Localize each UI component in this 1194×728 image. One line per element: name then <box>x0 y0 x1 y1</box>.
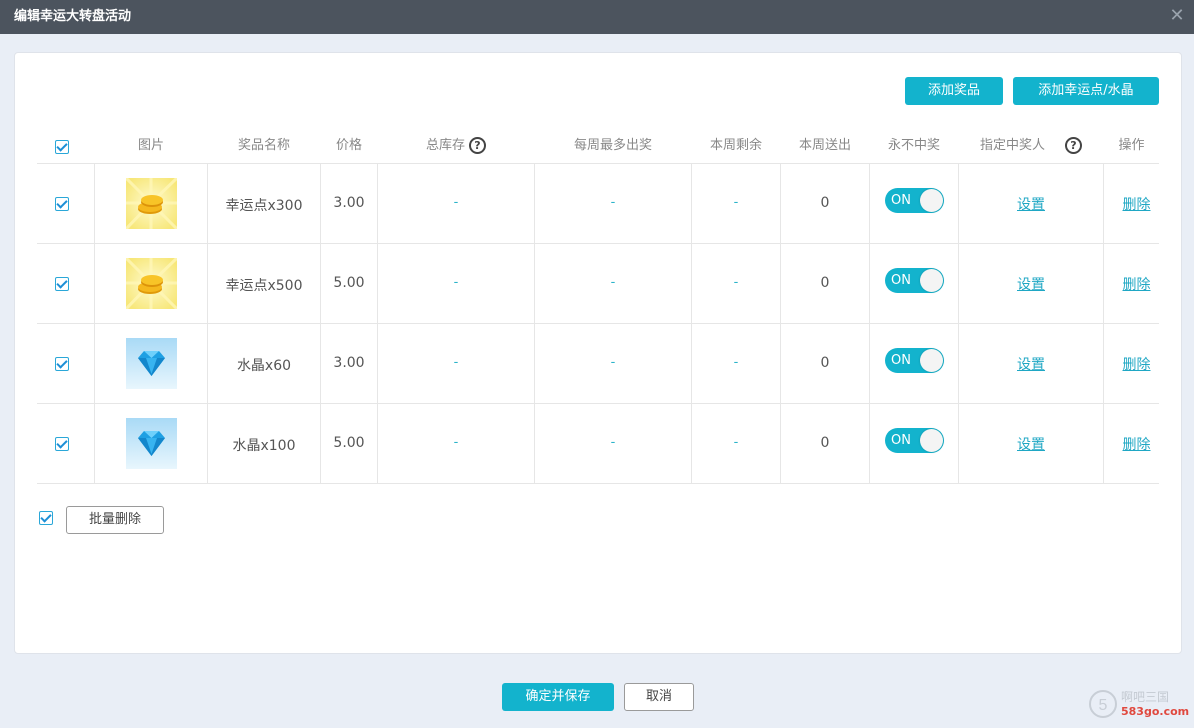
prize-name: 幸运点x300 <box>225 198 303 214</box>
help-icon[interactable]: ? <box>1065 137 1082 154</box>
prize-week-remaining: - <box>733 275 739 290</box>
delete-link[interactable]: 删除 <box>1123 277 1151 293</box>
blue-diamond-icon <box>126 338 177 389</box>
row-checkbox[interactable] <box>55 197 69 211</box>
prize-weekly-max: - <box>610 355 616 370</box>
watermark-logo-icon: 5 <box>1089 690 1117 718</box>
set-winner-link[interactable]: 设置 <box>1017 437 1045 453</box>
prize-name: 水晶x100 <box>232 438 296 454</box>
batch-select-checkbox[interactable] <box>39 511 53 525</box>
toggle-knob <box>920 189 943 212</box>
never-win-toggle[interactable]: ON <box>885 268 944 293</box>
site-watermark: 5 啊吧三国 583go.com <box>1088 686 1190 722</box>
never-win-toggle[interactable]: ON <box>885 348 944 373</box>
prize-week-sent: 0 <box>820 355 830 371</box>
gold-coins-icon <box>126 258 177 309</box>
prize-week-sent: 0 <box>820 275 830 291</box>
prize-week-remaining: - <box>733 195 739 210</box>
prize-weekly-max: - <box>610 275 616 290</box>
never-win-toggle[interactable]: ON <box>885 188 944 213</box>
row-divider <box>37 323 1159 324</box>
column-divider <box>94 163 95 483</box>
dialog-title: 编辑幸运大转盘活动 <box>14 9 132 24</box>
prize-stock: - <box>453 195 459 210</box>
add-lucky-crystal-button[interactable]: 添加幸运点/水晶 <box>1013 77 1159 105</box>
row-divider <box>37 483 1159 484</box>
header-stock-label: 总库存 <box>425 138 465 153</box>
watermark-url: 583go.com <box>1121 705 1190 718</box>
prize-week-remaining: - <box>733 435 739 450</box>
prize-price: 3.00 <box>333 195 365 211</box>
toggle-knob <box>920 269 943 292</box>
watermark-brand: 啊吧三国 <box>1121 690 1170 704</box>
toggle-on-label: ON <box>891 273 911 288</box>
header-winner-label: 指定中奖人 <box>979 138 1045 153</box>
prize-week-sent: 0 <box>820 435 830 451</box>
cancel-button[interactable]: 取消 <box>624 683 694 711</box>
row-divider <box>37 243 1159 244</box>
prize-name: 幸运点x500 <box>225 278 303 294</box>
delete-link[interactable]: 删除 <box>1123 437 1151 453</box>
confirm-save-button[interactable]: 确定并保存 <box>502 683 614 711</box>
prize-name: 水晶x60 <box>236 358 292 374</box>
row-divider <box>37 163 1159 164</box>
header-weekly-max: 每周最多出奖 <box>573 138 652 153</box>
prize-stock: - <box>453 435 459 450</box>
prize-week-sent: 0 <box>820 195 830 211</box>
row-checkbox[interactable] <box>55 437 69 451</box>
add-prize-button[interactable]: 添加奖品 <box>905 77 1003 105</box>
toggle-on-label: ON <box>891 433 911 448</box>
toggle-knob <box>920 429 943 452</box>
row-divider <box>37 403 1159 404</box>
row-checkbox[interactable] <box>55 277 69 291</box>
select-all-checkbox[interactable] <box>55 140 69 154</box>
header-never-win: 永不中奖 <box>887 138 940 153</box>
row-checkbox[interactable] <box>55 357 69 371</box>
help-icon[interactable]: ? <box>469 137 486 154</box>
column-divider <box>869 163 870 483</box>
prize-price: 5.00 <box>333 435 365 451</box>
header-stock: 总库存? <box>378 137 534 155</box>
batch-delete-button[interactable]: 批量删除 <box>66 506 164 534</box>
prize-week-remaining: - <box>733 355 739 370</box>
toggle-knob <box>920 349 943 372</box>
gold-coins-icon <box>126 178 177 229</box>
header-winner: 指定中奖人? <box>959 137 1103 155</box>
prize-stock: - <box>453 355 459 370</box>
header-action: 操作 <box>1118 138 1145 153</box>
toggle-on-label: ON <box>891 353 911 368</box>
header-name: 奖品名称 <box>237 138 290 153</box>
set-winner-link[interactable]: 设置 <box>1017 197 1045 213</box>
prize-weekly-max: - <box>610 435 616 450</box>
header-week-remaining: 本周剩余 <box>709 138 762 153</box>
close-icon[interactable]: ✕ <box>1168 6 1186 26</box>
delete-link[interactable]: 删除 <box>1123 357 1151 373</box>
header-price: 价格 <box>335 138 362 153</box>
never-win-toggle[interactable]: ON <box>885 428 944 453</box>
prize-price: 5.00 <box>333 275 365 291</box>
header-week-sent: 本周送出 <box>798 138 851 153</box>
svg-text:5: 5 <box>1099 697 1108 714</box>
blue-diamond-icon <box>126 418 177 469</box>
header-image: 图片 <box>137 138 164 153</box>
delete-link[interactable]: 删除 <box>1123 197 1151 213</box>
prize-weekly-max: - <box>610 195 616 210</box>
dialog-title-bar: 编辑幸运大转盘活动 ✕ <box>0 0 1194 34</box>
set-winner-link[interactable]: 设置 <box>1017 277 1045 293</box>
prize-price: 3.00 <box>333 355 365 371</box>
prize-stock: - <box>453 275 459 290</box>
toggle-on-label: ON <box>891 193 911 208</box>
set-winner-link[interactable]: 设置 <box>1017 357 1045 373</box>
